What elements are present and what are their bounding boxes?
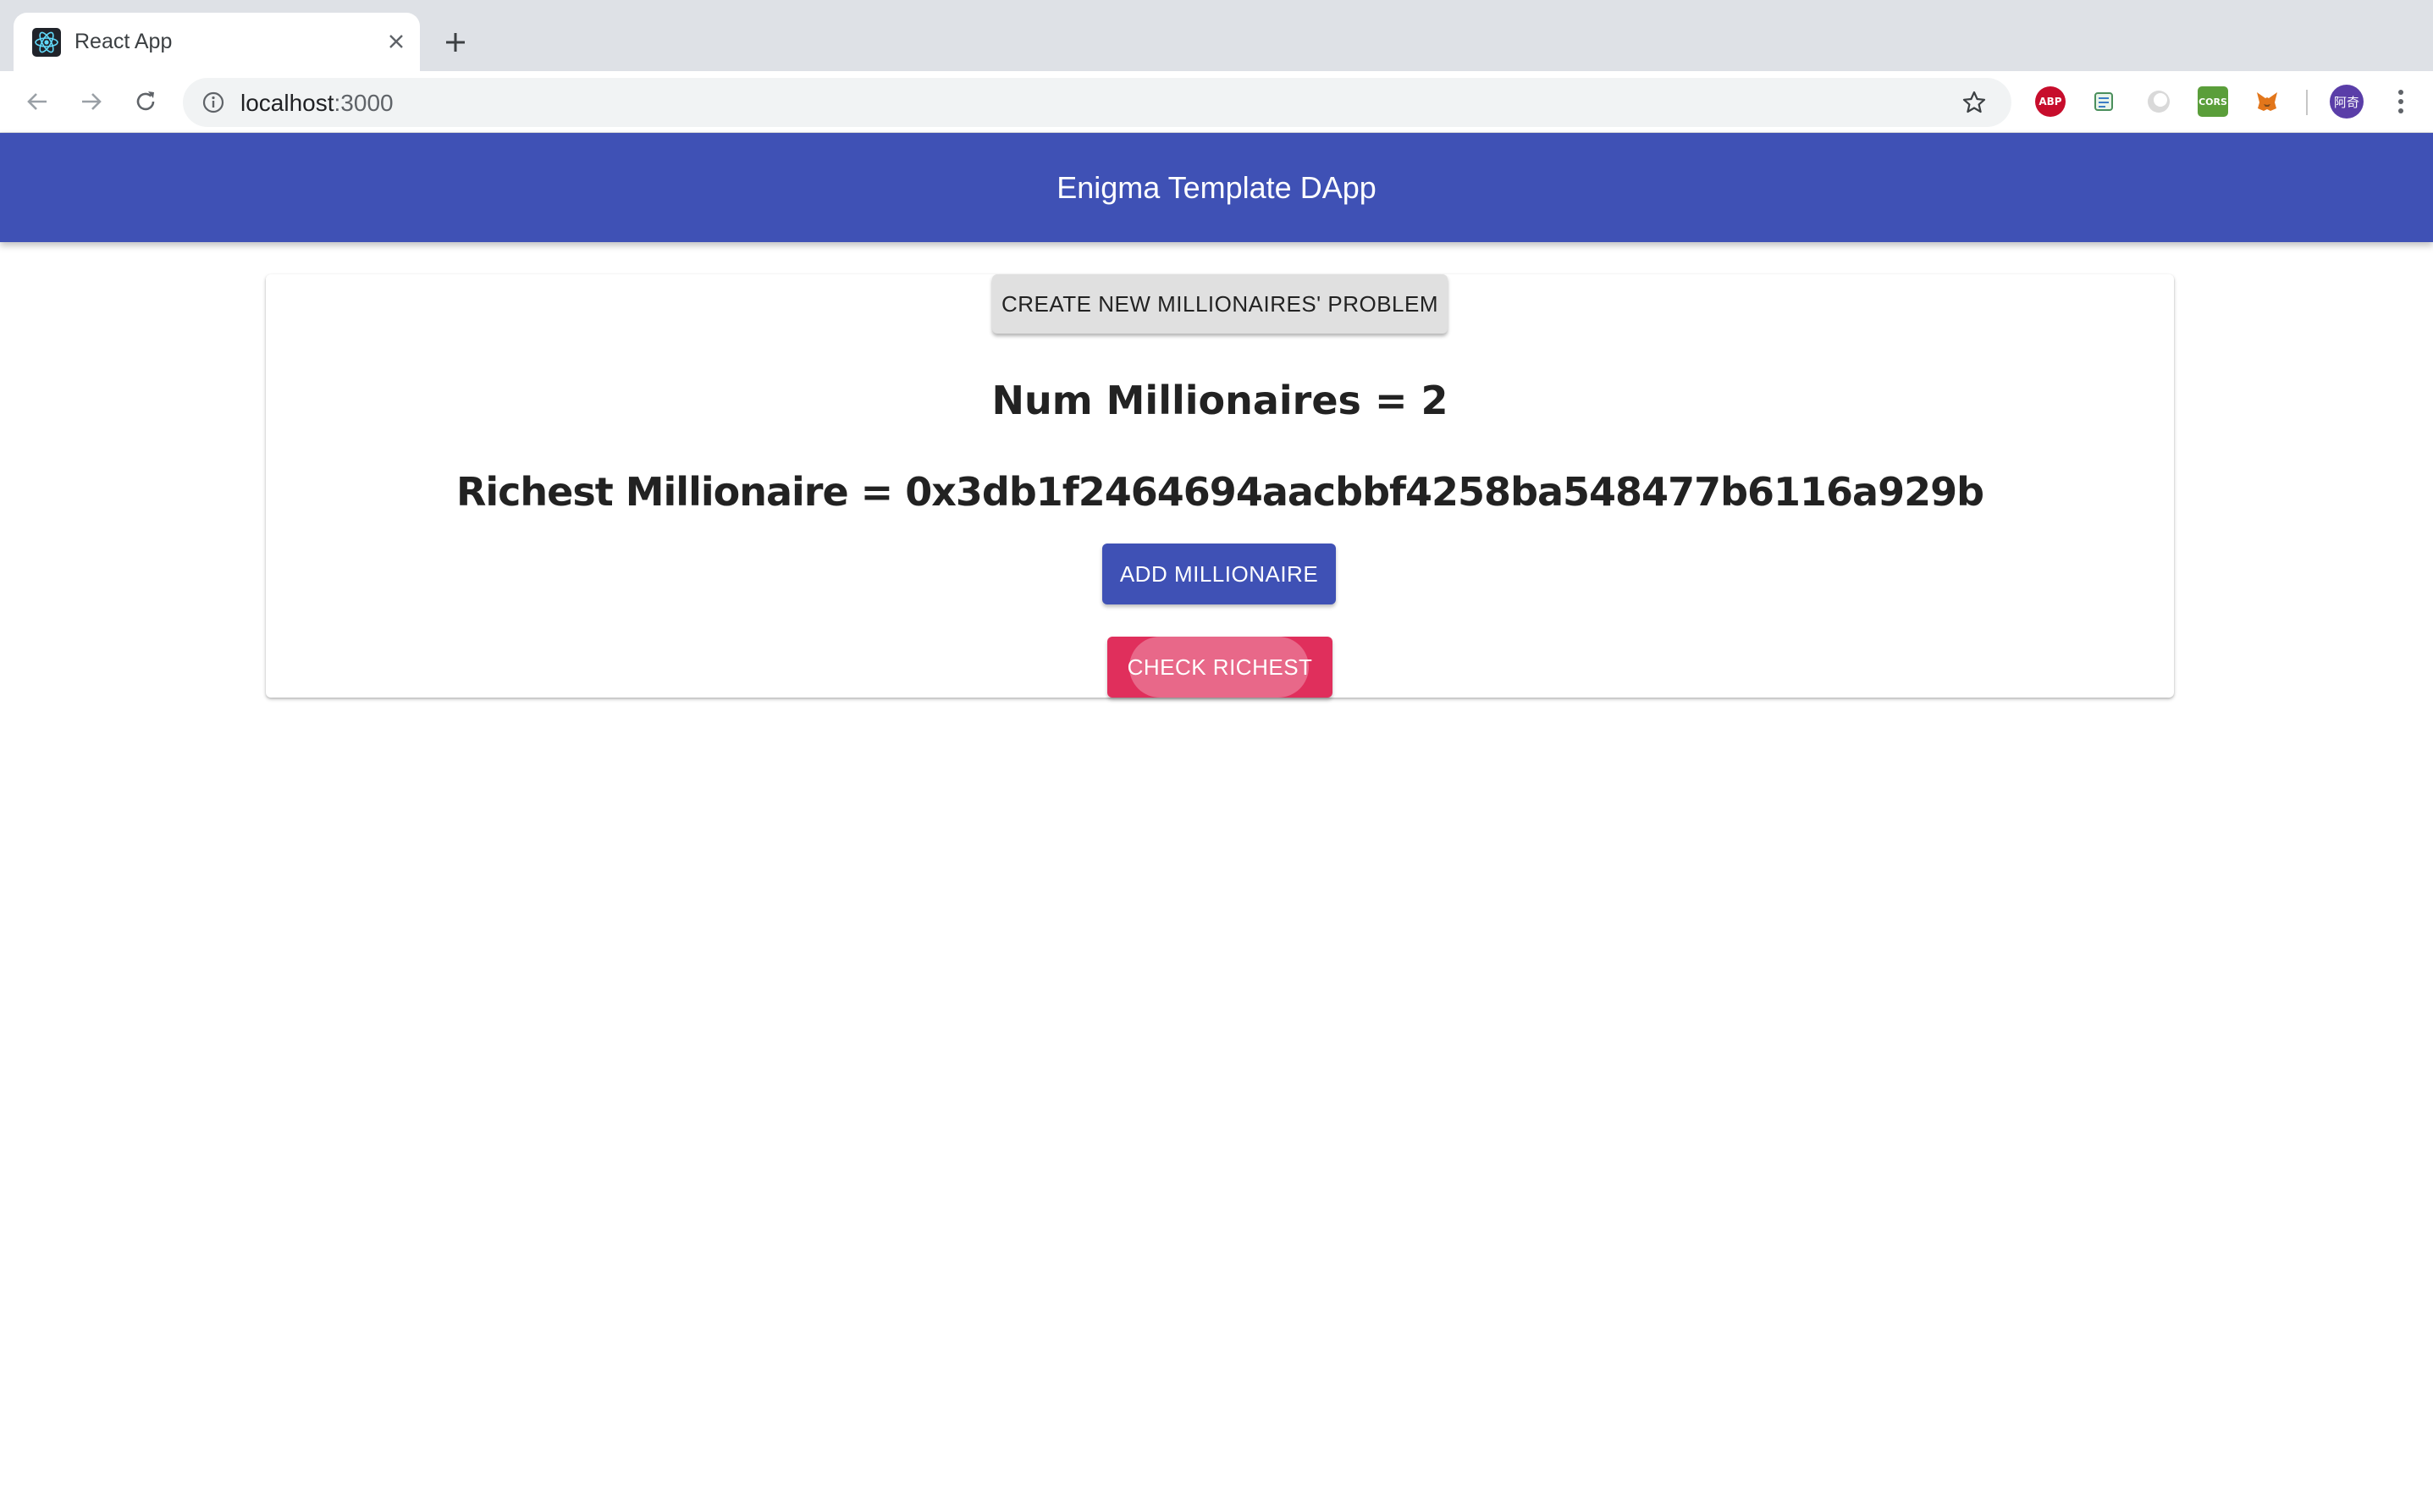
star-icon[interactable] <box>1959 87 1989 118</box>
url-text: localhost:3000 <box>240 90 394 117</box>
url-host: localhost <box>240 90 334 116</box>
profile-avatar[interactable]: 阿奇 <box>2330 85 2364 119</box>
circle-extension-icon[interactable] <box>2143 86 2174 117</box>
millionaires-card: CREATE NEW MILLIONAIRES' PROBLEM Num Mil… <box>266 274 2174 698</box>
app-title: Enigma Template DApp <box>1057 169 1376 205</box>
back-arrow-icon[interactable] <box>19 83 56 120</box>
browser-tabstrip: React App <box>0 0 2433 71</box>
adblock-plus-icon[interactable]: ABP <box>2035 86 2066 117</box>
react-favicon-icon <box>32 28 61 57</box>
app-bar: Enigma Template DApp <box>0 133 2433 242</box>
browser-toolbar: localhost:3000 ABP CORS 阿奇 <box>0 71 2433 133</box>
script-extension-icon[interactable] <box>2089 86 2120 117</box>
close-icon[interactable] <box>379 25 413 58</box>
url-port: :3000 <box>334 90 394 116</box>
check-richest-button[interactable]: CHECK RICHEST <box>1107 637 1332 698</box>
more-vert-icon[interactable] <box>2386 83 2416 120</box>
add-millionaire-button[interactable]: ADD MILLIONAIRE <box>1102 544 1336 604</box>
create-new-problem-button[interactable]: CREATE NEW MILLIONAIRES' PROBLEM <box>992 274 1448 334</box>
plus-icon[interactable] <box>435 24 476 61</box>
toolbar-divider <box>2306 90 2308 115</box>
check-richest-label: CHECK RICHEST <box>1127 654 1313 680</box>
forward-arrow-icon[interactable] <box>73 83 110 120</box>
tab-title: React App <box>74 30 173 53</box>
info-icon[interactable] <box>200 89 227 116</box>
metamask-fox-icon[interactable] <box>2252 86 2282 117</box>
num-millionaires-heading: Num Millionaires = 2 <box>991 378 1448 423</box>
richest-millionaire-heading: Richest Millionaire = 0x3db1f2464694aacb… <box>455 469 1984 515</box>
address-bar[interactable]: localhost:3000 <box>183 78 2011 127</box>
reload-icon[interactable] <box>127 83 164 120</box>
browser-tab[interactable]: React App <box>14 13 420 71</box>
cors-extension-icon[interactable]: CORS <box>2198 86 2228 117</box>
